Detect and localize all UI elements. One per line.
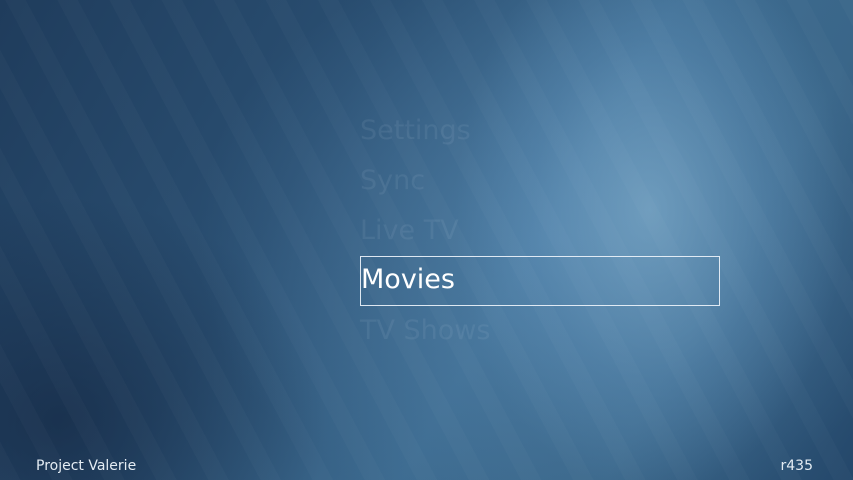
menu-item-live-tv[interactable]: Live TV xyxy=(360,206,720,256)
version-label: r435 xyxy=(780,458,813,474)
menu-item-tv-shows[interactable]: TV Shows xyxy=(360,306,720,356)
menu-item-sync[interactable]: Sync xyxy=(360,156,720,206)
app-name-label: Project Valerie xyxy=(36,458,137,474)
menu-item-settings[interactable]: Settings xyxy=(360,106,720,156)
main-menu: Settings Sync Live TV Movies TV Shows xyxy=(360,106,720,356)
menu-item-movies[interactable]: Movies xyxy=(360,256,720,306)
